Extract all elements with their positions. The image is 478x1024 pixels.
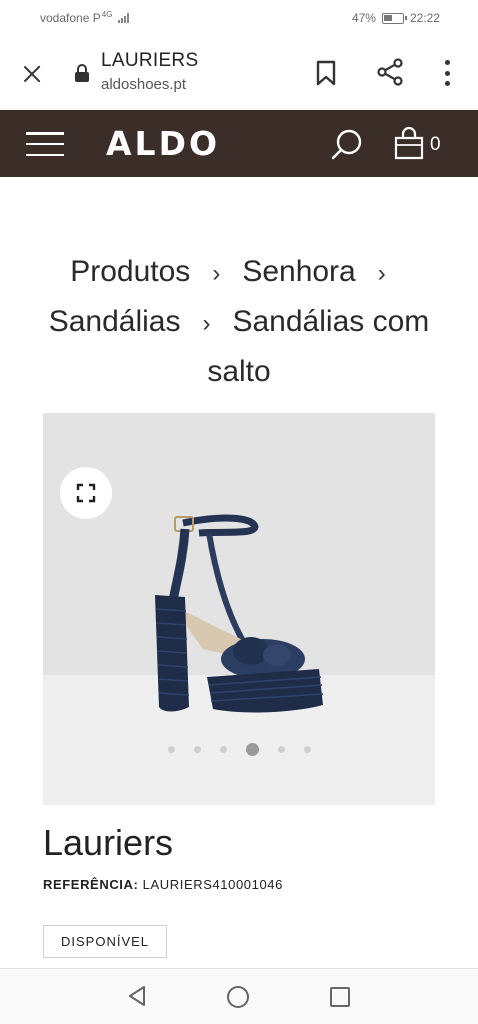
expand-icon bbox=[76, 483, 96, 503]
signal-icon bbox=[118, 13, 130, 23]
lock-icon[interactable] bbox=[74, 64, 90, 82]
product-gallery[interactable] bbox=[43, 413, 435, 805]
reference-label: REFERÊNCIA: bbox=[43, 877, 139, 892]
battery-icon bbox=[381, 12, 407, 24]
product-reference: REFERÊNCIA: LAURIERS410001046 bbox=[43, 877, 283, 892]
carousel-dot[interactable] bbox=[193, 746, 201, 753]
carousel-dots bbox=[43, 743, 435, 756]
network-type: 4G bbox=[101, 9, 113, 19]
carrier-label: vodafone P bbox=[40, 11, 101, 25]
carousel-dot[interactable] bbox=[167, 746, 175, 753]
breadcrumb-separator: › bbox=[202, 310, 211, 337]
logo[interactable]: ALDO bbox=[106, 124, 220, 163]
carousel-dot[interactable] bbox=[277, 746, 285, 753]
clock: 22:22 bbox=[409, 11, 440, 25]
page-title: LAURIERS bbox=[101, 50, 199, 71]
back-icon[interactable] bbox=[126, 985, 148, 1007]
breadcrumb-item-sandalias[interactable]: Sandálias bbox=[49, 305, 181, 338]
status-bar: vodafone P 4G 47% 22:22 bbox=[0, 0, 478, 36]
breadcrumb-separator: › bbox=[377, 260, 386, 287]
status-left: vodafone P 4G bbox=[40, 9, 130, 25]
carousel-dot-active[interactable] bbox=[245, 743, 259, 756]
breadcrumb-item-senhora[interactable]: Senhora bbox=[242, 255, 355, 288]
cart-count[interactable]: 0 bbox=[430, 134, 441, 156]
site-header: ALDO 0 bbox=[0, 110, 478, 177]
breadcrumb-item-produtos[interactable]: Produtos bbox=[70, 255, 190, 288]
breadcrumb-item-sandalias-com-salto[interactable]: Sandálias com salto bbox=[207, 305, 429, 388]
breadcrumb-separator: › bbox=[212, 260, 221, 287]
bookmark-icon[interactable] bbox=[314, 60, 338, 86]
expand-button[interactable] bbox=[60, 467, 112, 519]
more-vert-icon[interactable] bbox=[436, 60, 458, 86]
product-name: Lauriers bbox=[43, 822, 174, 863]
carousel-dot[interactable] bbox=[303, 746, 311, 753]
browser-toolbar: LAURIERS aldoshoes.pt bbox=[0, 36, 478, 110]
battery-percent: 47% bbox=[351, 11, 376, 25]
close-icon[interactable] bbox=[20, 62, 44, 86]
search-icon[interactable] bbox=[330, 128, 364, 162]
recents-icon[interactable] bbox=[330, 987, 350, 1007]
status-right: 47% 22:22 bbox=[352, 11, 440, 25]
url-box[interactable]: LAURIERS aldoshoes.pt bbox=[101, 50, 198, 93]
home-icon[interactable] bbox=[227, 986, 249, 1008]
share-icon[interactable] bbox=[376, 58, 404, 86]
availability-badge: DISPONÍVEL bbox=[43, 925, 167, 958]
bag-icon[interactable] bbox=[393, 125, 425, 161]
system-nav-bar bbox=[0, 968, 478, 1024]
breadcrumb: Produtos › Senhora › Sandálias › Sandálias co… bbox=[20, 248, 458, 396]
carousel-dot[interactable] bbox=[219, 746, 227, 753]
page-domain: aldoshoes.pt bbox=[101, 76, 187, 93]
reference-value: LAURIERS410001046 bbox=[142, 877, 283, 892]
menu-icon[interactable] bbox=[26, 132, 64, 156]
product-image[interactable] bbox=[143, 509, 343, 729]
